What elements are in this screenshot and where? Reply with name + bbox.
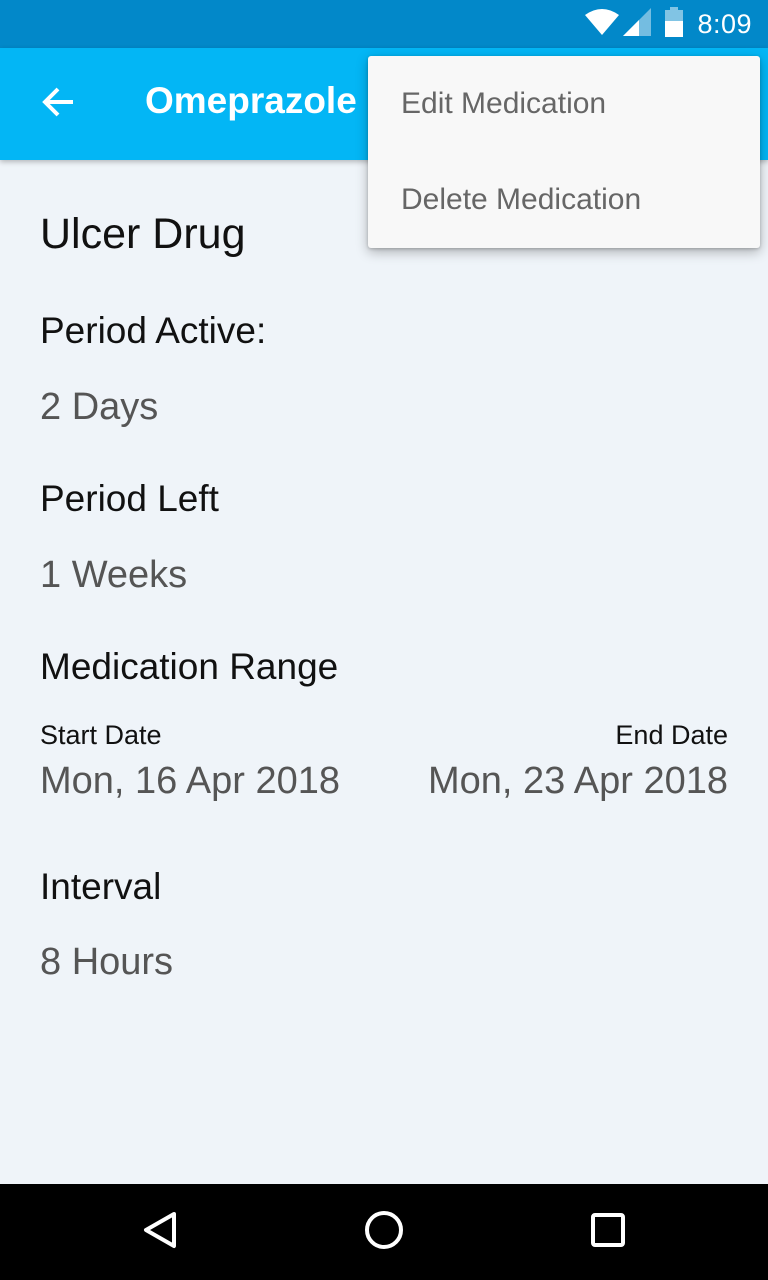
overflow-menu: Edit Medication Delete Medication: [368, 56, 760, 248]
page-title: Omeprazole: [145, 80, 357, 121]
edit-medication-menu-item[interactable]: Edit Medication: [368, 56, 760, 152]
nav-home-button[interactable]: [356, 1204, 412, 1260]
nav-recents-button[interactable]: [580, 1204, 636, 1260]
delete-medication-menu-item[interactable]: Delete Medication: [368, 152, 760, 248]
back-button[interactable]: [26, 72, 90, 136]
start-date-label: Start Date: [40, 720, 162, 750]
status-time: 8:09: [697, 8, 752, 39]
status-bar: 8:09: [0, 0, 768, 48]
drug-class: Ulcer Drug: [40, 210, 246, 258]
arrow-back-icon: [41, 85, 75, 124]
battery-icon: [665, 6, 684, 42]
end-date-value: Mon, 23 Apr 2018: [428, 760, 728, 802]
recents-square-icon: [590, 1212, 626, 1253]
home-circle-icon: [363, 1209, 405, 1256]
wifi-icon: [585, 8, 620, 40]
signal-icon: [623, 7, 652, 41]
period-left-value: 1 Weeks: [40, 554, 188, 596]
system-nav-bar: [0, 1184, 768, 1280]
period-active-value: 2 Days: [40, 386, 159, 428]
nav-back-button[interactable]: [132, 1204, 188, 1260]
interval-value: 8 Hours: [40, 941, 174, 983]
back-triangle-icon: [140, 1210, 180, 1255]
period-left-label: Period Left: [40, 478, 219, 519]
start-date-value: Mon, 16 Apr 2018: [40, 760, 340, 802]
end-date-label: End Date: [615, 720, 728, 750]
interval-label: Interval: [40, 866, 162, 907]
period-active-label: Period Active:: [40, 310, 267, 351]
medication-range-label: Medication Range: [40, 646, 339, 687]
